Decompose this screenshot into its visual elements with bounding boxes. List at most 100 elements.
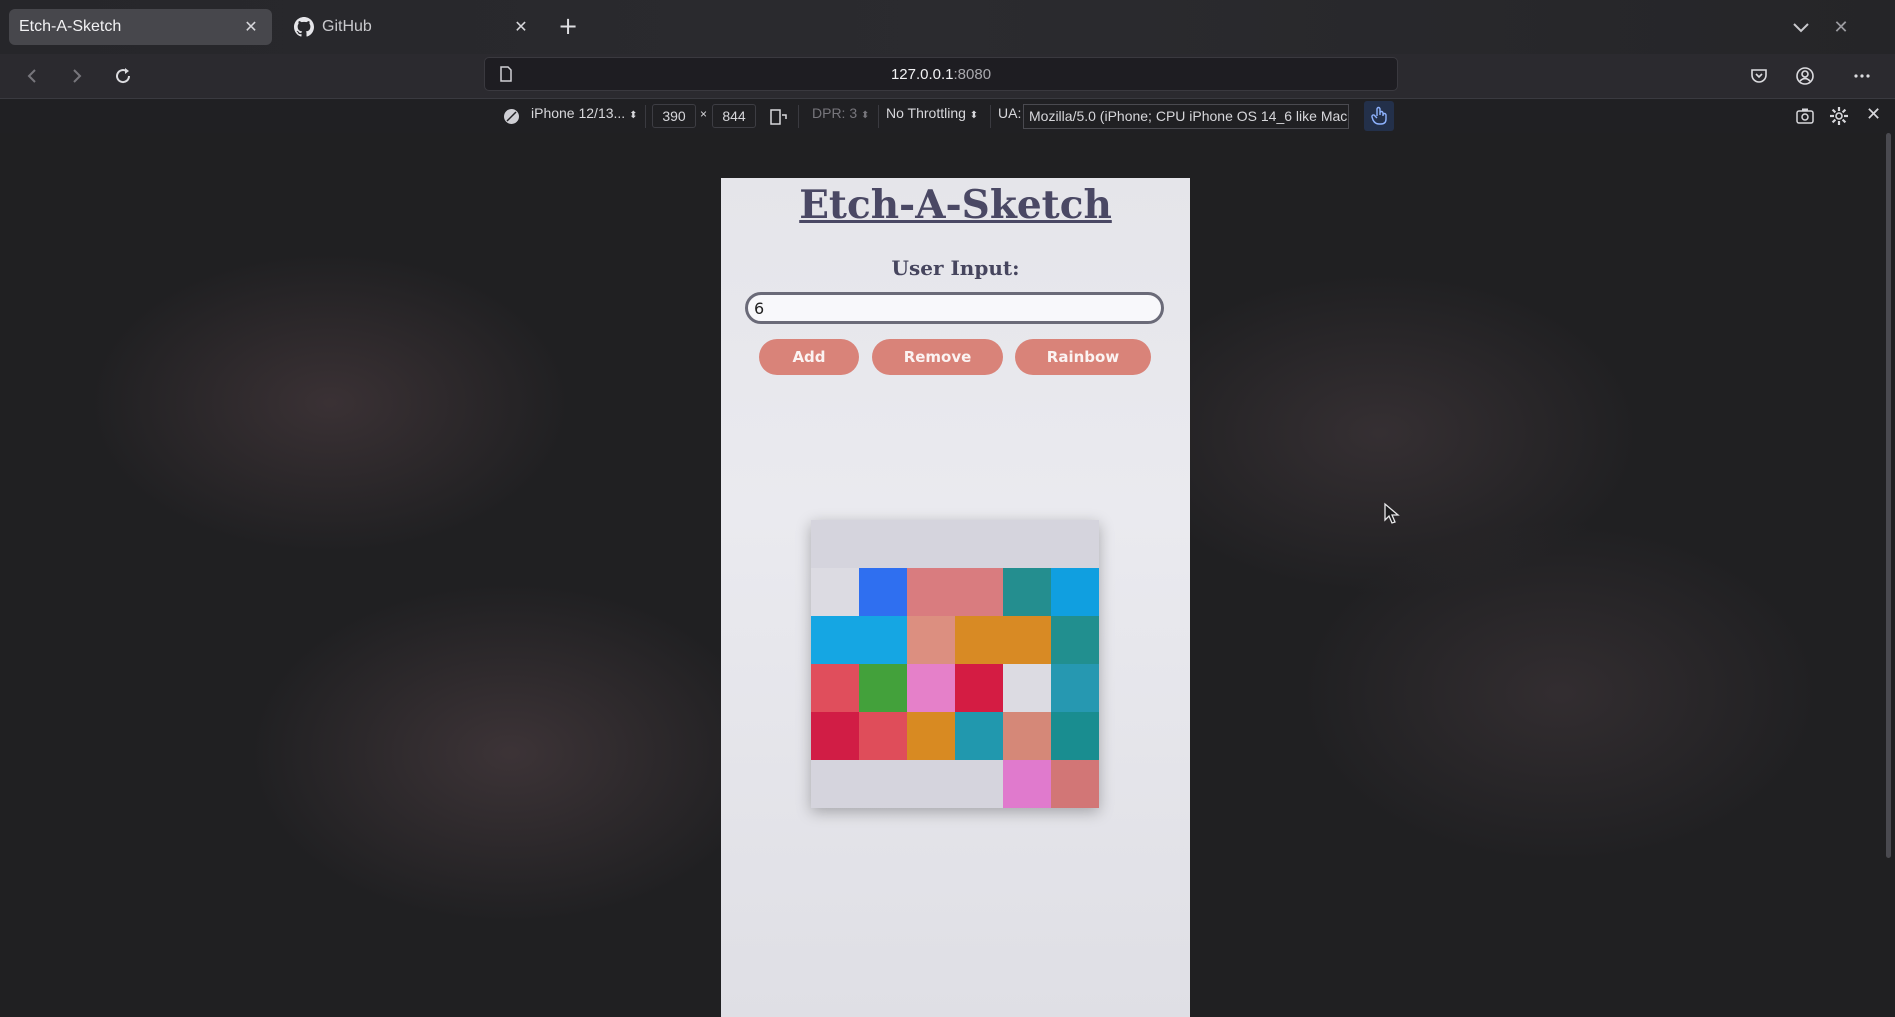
grid-cell[interactable] — [1003, 760, 1051, 808]
tab-title: GitHub — [322, 18, 372, 35]
url-host: 127.0.0.1 — [890, 66, 954, 83]
sketch-grid[interactable] — [811, 520, 1099, 808]
touch-icon — [1371, 106, 1387, 125]
tab-title: Etch-A-Sketch — [19, 18, 122, 35]
pocket-button[interactable] — [1745, 62, 1773, 90]
grid-cell[interactable] — [907, 664, 955, 712]
back-button[interactable] — [19, 62, 47, 90]
add-button[interactable]: Add — [759, 339, 859, 375]
grid-cell[interactable] — [811, 568, 859, 616]
back-arrow-icon — [27, 69, 36, 83]
menu-button[interactable] — [1848, 62, 1876, 90]
grid-size-input[interactable] — [745, 292, 1164, 324]
user-input-label: User Input: — [891, 256, 1020, 280]
divider — [798, 105, 799, 128]
grid-cell[interactable] — [907, 568, 955, 616]
grid-cell[interactable] — [1051, 616, 1099, 664]
url-text: 127.0.0.1:8080 — [485, 66, 1397, 83]
settings-gear-icon[interactable] — [1829, 106, 1849, 126]
page-title: Etch-A-Sketch — [799, 182, 1112, 228]
account-icon — [1796, 67, 1814, 85]
viewport-width-input[interactable]: 390 — [652, 104, 696, 128]
ua-label: UA: — [998, 105, 1022, 121]
remove-button[interactable]: Remove — [872, 339, 1003, 375]
throttling-value: No Throttling — [886, 105, 966, 121]
forward-button[interactable] — [62, 62, 90, 90]
responsive-design-toolbar: iPhone 12/13... ⬍ 390 × 844 DPR: 3 ⬍ No … — [0, 98, 1895, 133]
grid-cell[interactable] — [907, 712, 955, 760]
grid-cell[interactable] — [1051, 664, 1099, 712]
divider — [645, 105, 646, 128]
viewport-height-input[interactable]: 844 — [712, 104, 756, 128]
grid-cell[interactable] — [955, 664, 1003, 712]
new-tab-button[interactable]: + — [554, 12, 582, 40]
touch-simulation-button[interactable] — [1364, 101, 1394, 131]
close-tab-icon[interactable]: ✕ — [510, 16, 532, 38]
divider — [878, 105, 879, 128]
grid-cell[interactable] — [955, 568, 1003, 616]
grid-cell[interactable] — [811, 520, 859, 568]
forward-arrow-icon — [73, 69, 82, 83]
rainbow-button[interactable]: Rainbow — [1015, 339, 1151, 375]
github-icon — [294, 17, 314, 37]
grid-cell[interactable] — [811, 760, 859, 808]
chevron-down-icon[interactable] — [1788, 14, 1814, 40]
grid-cell[interactable] — [1003, 664, 1051, 712]
device-name: iPhone 12/13... — [531, 105, 626, 121]
window-close-icon[interactable]: ✕ — [1828, 14, 1854, 40]
grid-cell[interactable] — [955, 760, 1003, 808]
screenshot-icon[interactable] — [1795, 107, 1815, 125]
grid-cell[interactable] — [859, 568, 907, 616]
grid-cell[interactable] — [1003, 520, 1051, 568]
close-tab-icon[interactable]: ✕ — [240, 16, 262, 38]
tab-github[interactable]: GitHub ✕ — [284, 9, 542, 45]
url-bar[interactable]: 127.0.0.1:8080 — [484, 57, 1398, 91]
user-agent-input[interactable]: Mozilla/5.0 (iPhone; CPU iPhone OS 14_6 … — [1023, 104, 1349, 129]
grid-cell[interactable] — [1051, 712, 1099, 760]
dimension-separator: × — [700, 107, 708, 121]
divider — [990, 105, 991, 128]
dpr-selector[interactable]: DPR: 3 ⬍ — [812, 105, 869, 121]
grid-cell[interactable] — [811, 664, 859, 712]
grid-cell[interactable] — [1051, 520, 1099, 568]
grid-cell[interactable] — [1003, 616, 1051, 664]
grid-cell[interactable] — [859, 712, 907, 760]
device-icon — [504, 109, 519, 124]
rotate-viewport-icon[interactable] — [768, 107, 788, 127]
scrollbar[interactable] — [1886, 133, 1891, 858]
account-button[interactable] — [1791, 62, 1819, 90]
select-arrows-icon: ⬍ — [629, 110, 638, 121]
grid-cell[interactable] — [859, 520, 907, 568]
grid-cell[interactable] — [811, 616, 859, 664]
device-selector[interactable]: iPhone 12/13... ⬍ — [531, 105, 637, 121]
device-page: Etch-A-Sketch User Input: Add Remove Rai… — [721, 178, 1190, 1017]
close-rdm-icon[interactable]: ✕ — [1866, 104, 1881, 125]
nav-bar: 127.0.0.1:8080 — [0, 54, 1895, 98]
mouse-cursor-icon — [1384, 502, 1400, 524]
reload-button[interactable] — [109, 62, 137, 90]
grid-cell[interactable] — [859, 616, 907, 664]
grid-cell[interactable] — [1003, 568, 1051, 616]
grid-cell[interactable] — [1051, 760, 1099, 808]
grid-cell[interactable] — [955, 520, 1003, 568]
grid-cell[interactable] — [907, 520, 955, 568]
url-port: :8080 — [953, 66, 992, 83]
tab-strip: Etch-A-Sketch ✕ GitHub ✕ + ✕ — [0, 0, 1895, 54]
grid-cell[interactable] — [811, 712, 859, 760]
grid-cell[interactable] — [907, 760, 955, 808]
throttling-selector[interactable]: No Throttling ⬍ — [886, 105, 978, 121]
select-arrows-icon: ⬍ — [861, 110, 870, 121]
grid-cell[interactable] — [859, 760, 907, 808]
pocket-icon — [1751, 69, 1767, 83]
select-arrows-icon: ⬍ — [969, 110, 979, 121]
reload-icon — [116, 68, 131, 84]
grid-cell[interactable] — [955, 712, 1003, 760]
dpr-value: DPR: 3 — [812, 105, 858, 121]
more-icon — [1854, 74, 1870, 78]
grid-cell[interactable] — [955, 616, 1003, 664]
grid-cell[interactable] — [1051, 568, 1099, 616]
grid-cell[interactable] — [907, 616, 955, 664]
tab-etch-a-sketch[interactable]: Etch-A-Sketch ✕ — [9, 9, 272, 45]
grid-cell[interactable] — [1003, 712, 1051, 760]
grid-cell[interactable] — [859, 664, 907, 712]
